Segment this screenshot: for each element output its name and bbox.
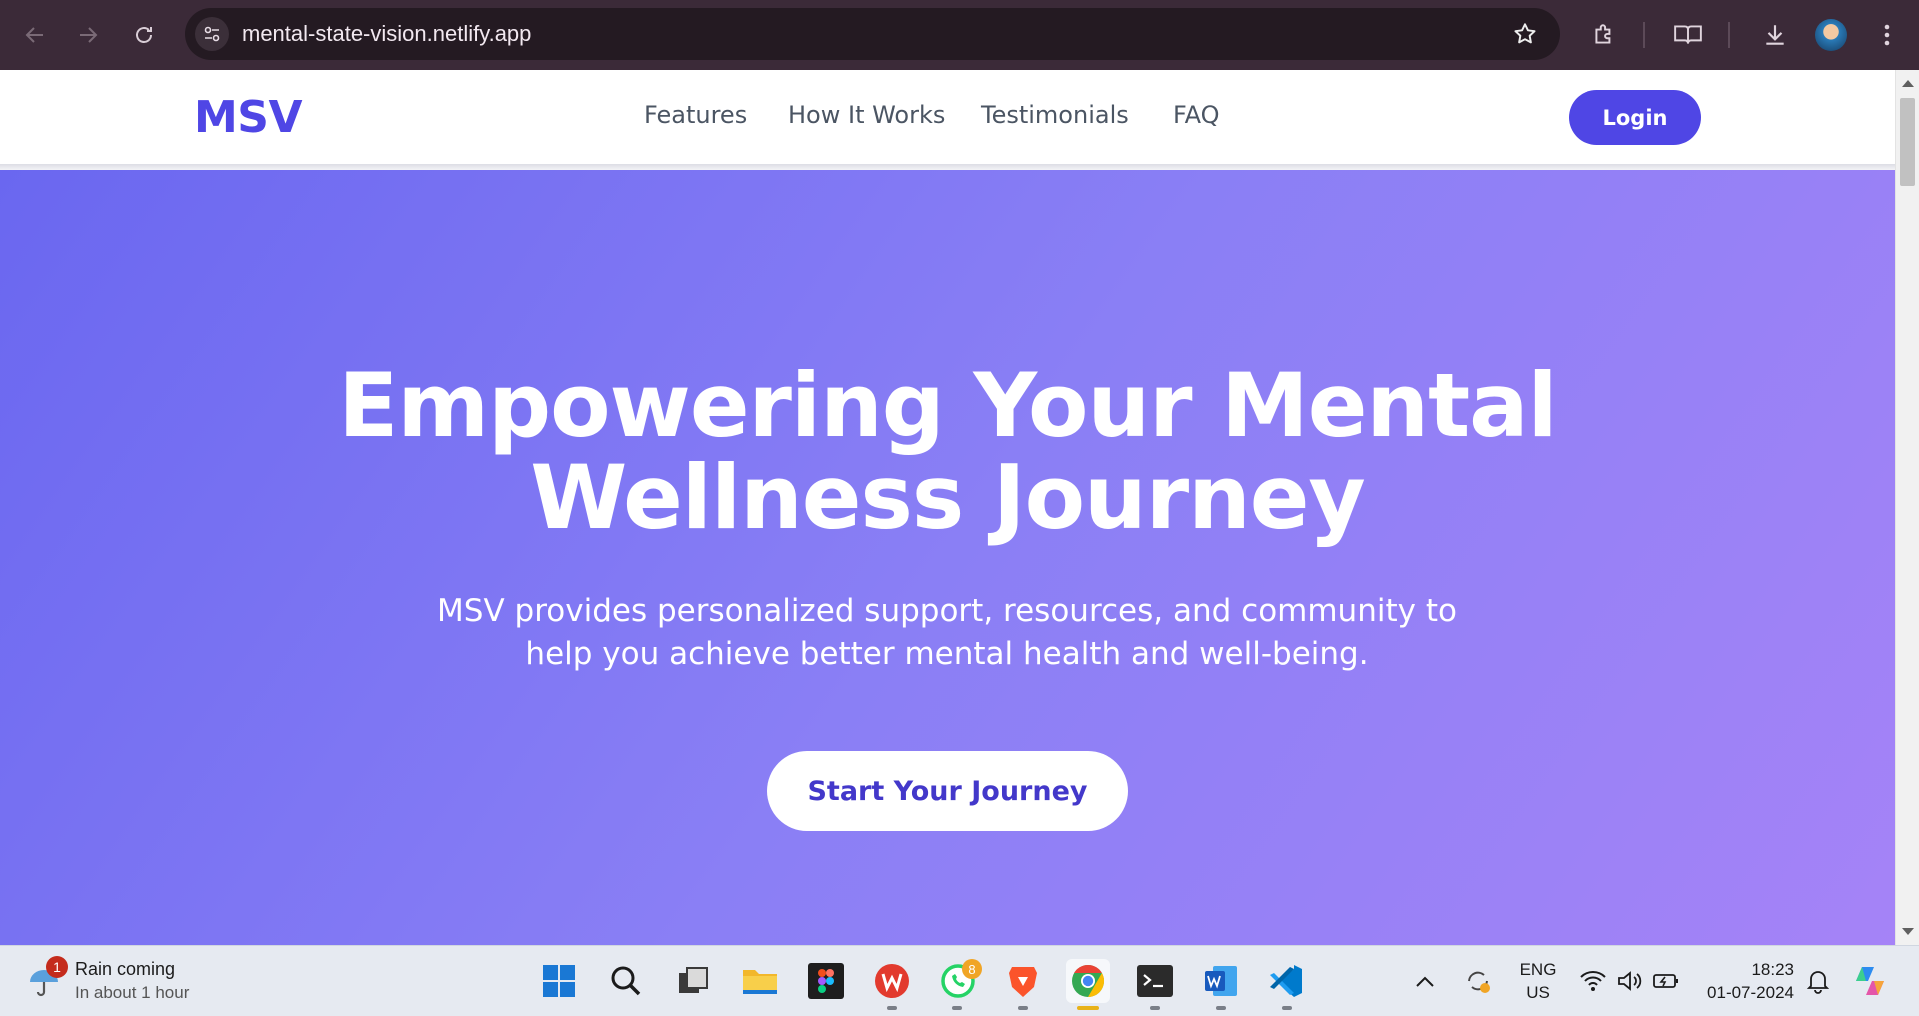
wps-office-icon[interactable]: [870, 959, 914, 1003]
wifi-icon[interactable]: [1575, 959, 1611, 1003]
copilot-icon[interactable]: [1850, 959, 1890, 1003]
task-view-icon[interactable]: [671, 959, 715, 1003]
battery-icon[interactable]: [1648, 959, 1684, 1003]
scroll-down-icon[interactable]: [1902, 928, 1914, 935]
word-icon[interactable]: [1199, 959, 1243, 1003]
windows-taskbar: 1 Rain coming In about 1 hour 8 ENG US 1…: [0, 945, 1919, 1016]
toolbar-divider: [1728, 22, 1730, 48]
clock-date[interactable]: 01-07-2024: [1694, 983, 1794, 1003]
chrome-icon[interactable]: [1066, 959, 1110, 1003]
reading-mode-icon[interactable]: [1670, 17, 1706, 53]
forward-icon[interactable]: [68, 15, 108, 55]
site-logo[interactable]: MSV: [194, 92, 303, 143]
reload-icon[interactable]: [124, 15, 164, 55]
chevron-up-icon[interactable]: [1407, 959, 1443, 1003]
back-icon[interactable]: [15, 15, 55, 55]
brave-icon[interactable]: [1001, 959, 1045, 1003]
hero-subtitle-line-2: help you achieve better mental health an…: [525, 636, 1369, 672]
clock-time[interactable]: 18:23: [1694, 960, 1794, 980]
running-indicator: [1282, 1006, 1292, 1010]
page-scrollbar[interactable]: [1895, 70, 1919, 945]
language-code[interactable]: ENG: [1510, 960, 1566, 980]
hero-title: Empowering Your Mental Wellness Journey: [0, 360, 1895, 544]
profile-avatar[interactable]: [1815, 19, 1847, 51]
scrollbar-thumb[interactable]: [1900, 98, 1915, 186]
sync-icon[interactable]: [1460, 959, 1496, 1003]
running-indicator: [1150, 1006, 1160, 1010]
menu-icon[interactable]: [1869, 17, 1905, 53]
site-info-icon[interactable]: [195, 17, 229, 51]
keyboard-region[interactable]: US: [1510, 983, 1566, 1003]
running-indicator: [952, 1006, 962, 1010]
download-icon[interactable]: [1757, 17, 1793, 53]
hero-subtitle: MSV provides personalized support, resou…: [397, 590, 1497, 676]
weather-title[interactable]: Rain coming: [75, 959, 175, 980]
web-page: MSV Features How It Works Testimonials F…: [0, 70, 1895, 945]
figma-icon[interactable]: [804, 959, 848, 1003]
toolbar-divider: [1643, 22, 1645, 48]
address-bar[interactable]: mental-state-vision.netlify.app: [185, 8, 1560, 60]
hero-title-line-1: Empowering Your Mental: [338, 354, 1557, 457]
running-indicator: [1216, 1006, 1226, 1010]
weather-subtitle: In about 1 hour: [75, 983, 190, 1002]
url-text: mental-state-vision.netlify.app: [242, 21, 532, 46]
scroll-up-icon[interactable]: [1902, 80, 1914, 87]
hero-subtitle-line-1: MSV provides personalized support, resou…: [437, 593, 1457, 629]
nav-link-faq[interactable]: FAQ: [1173, 101, 1220, 129]
whatsapp-unread-badge: 8: [962, 959, 982, 979]
start-journey-button[interactable]: Start Your Journey: [767, 751, 1128, 831]
notification-bell-icon[interactable]: [1800, 959, 1836, 1003]
search-icon[interactable]: [604, 959, 648, 1003]
hero-title-line-2: Wellness Journey: [530, 446, 1366, 549]
weather-alert-badge: 1: [46, 956, 68, 978]
bookmark-star-icon[interactable]: [1512, 21, 1538, 51]
nav-link-how-it-works[interactable]: How It Works: [788, 101, 945, 129]
hero-section: Empowering Your Mental Wellness Journey …: [0, 170, 1895, 945]
vscode-icon[interactable]: [1264, 959, 1308, 1003]
login-button[interactable]: Login: [1569, 90, 1701, 145]
browser-toolbar: mental-state-vision.netlify.app: [0, 0, 1919, 70]
running-indicator-active: [1077, 1006, 1099, 1010]
extensions-icon[interactable]: [1586, 17, 1622, 53]
running-indicator: [1018, 1006, 1028, 1010]
terminal-icon[interactable]: [1133, 959, 1177, 1003]
volume-icon[interactable]: [1612, 959, 1648, 1003]
start-icon[interactable]: [537, 959, 581, 1003]
nav-link-features[interactable]: Features: [644, 101, 747, 129]
site-header: MSV Features How It Works Testimonials F…: [0, 70, 1895, 166]
running-indicator: [887, 1006, 897, 1010]
nav-link-testimonials[interactable]: Testimonials: [981, 101, 1129, 129]
file-explorer-icon[interactable]: [738, 959, 782, 1003]
